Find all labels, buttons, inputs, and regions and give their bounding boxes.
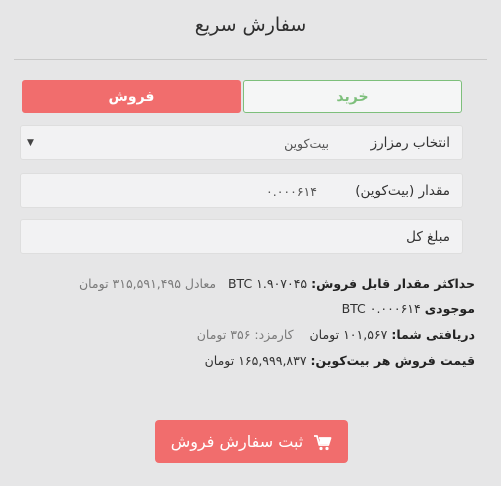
tab-sell[interactable]: فروش xyxy=(22,80,241,113)
max-sellable-row: حداکثر مقدار قابل فروش: BTC ۱.۹۰۷۰۴۵ معا… xyxy=(20,276,475,291)
page-title: سفارش سریع xyxy=(194,14,307,36)
cart-icon xyxy=(308,432,332,451)
receive-value: ۱۰۱,۵۶۷ تومان xyxy=(309,327,388,342)
currency-select-label: انتخاب رمزارز xyxy=(370,135,450,151)
balance-row: موجودی BTC ۰.۰۰۰۶۱۴ xyxy=(20,301,475,316)
caret-down-icon: ▼ xyxy=(27,138,34,148)
price-label: قیمت فروش هر بیت‌کوین: xyxy=(310,353,475,368)
max-value: BTC ۱.۹۰۷۰۴۵ xyxy=(227,276,308,291)
price-row: قیمت فروش هر بیت‌کوین: ۱۶۵,۹۹۹,۸۳۷ تومان xyxy=(20,353,475,368)
amount-value: ۰.۰۰۰۶۱۴ xyxy=(266,184,317,199)
currency-select[interactable]: ▼ بیت‌کوین انتخاب رمزارز xyxy=(20,125,463,160)
balance-label: موجودی xyxy=(424,301,475,316)
total-label: مبلغ کل xyxy=(406,229,450,245)
fee-value: کارمزد: ۳۵۶ تومان xyxy=(196,327,294,342)
amount-label: مقدار (بیت‌کوین) xyxy=(355,183,450,199)
receive-label: دریافتی شما: xyxy=(391,327,475,342)
submit-label: ثبت سفارش فروش xyxy=(170,432,304,451)
max-label: حداکثر مقدار قابل فروش: xyxy=(311,276,475,291)
balance-value: BTC ۰.۰۰۰۶۱۴ xyxy=(341,301,421,316)
total-field[interactable]: مبلغ کل xyxy=(20,219,463,254)
currency-select-value: بیت‌کوین xyxy=(284,136,329,151)
divider xyxy=(14,59,487,60)
receive-row: دریافتی شما: ۱۰۱,۵۶۷ تومان کارمزد: ۳۵۶ ت… xyxy=(20,327,475,342)
amount-field[interactable]: ۰.۰۰۰۶۱۴ مقدار (بیت‌کوین) xyxy=(20,173,463,208)
submit-sell-order-button[interactable]: ثبت سفارش فروش xyxy=(155,420,348,463)
price-value: ۱۶۵,۹۹۹,۸۳۷ تومان xyxy=(204,353,307,368)
tab-buy[interactable]: خرید xyxy=(243,80,462,113)
order-type-tabs: فروش خرید xyxy=(22,80,462,115)
max-equivalent: معادل ۳۱۵,۵۹۱,۴۹۵ تومان xyxy=(78,276,217,291)
